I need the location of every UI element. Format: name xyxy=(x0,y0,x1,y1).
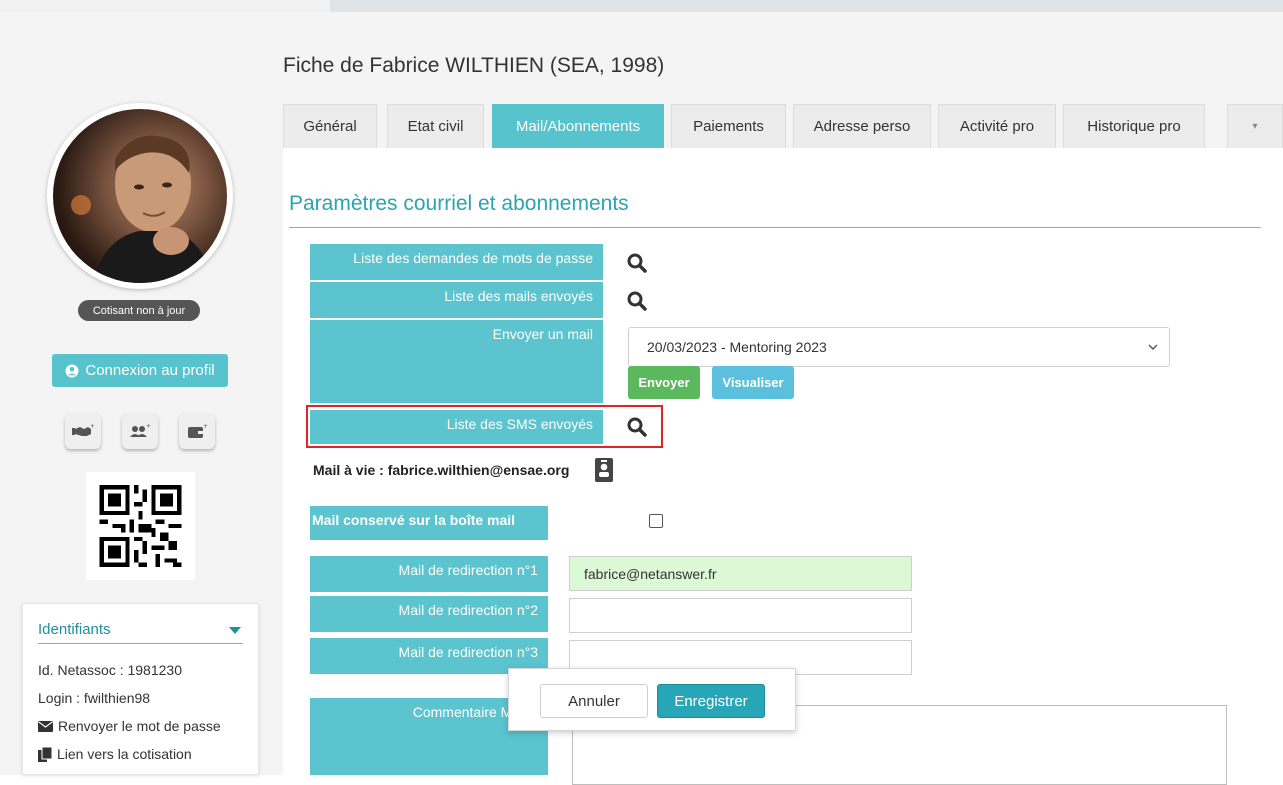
membership-link[interactable]: Lien vers la cotisation xyxy=(38,746,192,762)
avatar xyxy=(47,103,233,289)
search-icon[interactable] xyxy=(626,252,648,274)
handshake-plus-button[interactable]: + xyxy=(65,413,101,449)
redirect-1-label: Mail de redirection n°1 xyxy=(310,556,548,592)
connect-profile-label: Connexion au profil xyxy=(85,362,215,379)
tab-historique-pro[interactable]: Historique pro xyxy=(1063,104,1205,148)
section-title: Paramètres courriel et abonnements xyxy=(289,192,629,215)
window-top-band xyxy=(0,0,1283,12)
highlight-frame xyxy=(306,405,663,448)
resend-password-link[interactable]: Renvoyer le mot de passe xyxy=(38,718,221,734)
wallet-plus-button[interactable]: + xyxy=(179,413,215,449)
preview-button[interactable]: Visualiser xyxy=(712,366,794,399)
lifetime-mail-label: Mail à vie : xyxy=(313,462,384,478)
netassoc-id: Id. Netassoc : 1981230 xyxy=(38,662,182,678)
status-badge: Cotisant non à jour xyxy=(78,300,200,321)
tab-adresse-perso[interactable]: Adresse perso xyxy=(793,104,931,148)
users-plus-icon: + xyxy=(130,423,151,437)
users-plus-button[interactable]: + xyxy=(122,413,158,449)
resend-password-label: Renvoyer le mot de passe xyxy=(58,718,221,734)
redirect-2-label: Mail de redirection n°2 xyxy=(310,596,548,632)
save-button[interactable]: Enregistrer xyxy=(657,684,765,718)
id-badge-icon[interactable] xyxy=(594,457,614,483)
send-button[interactable]: Envoyer xyxy=(628,366,700,399)
avatar-photo xyxy=(53,109,227,283)
send-mail-label: Envoyer un mail xyxy=(310,320,603,403)
membership-link-label: Lien vers la cotisation xyxy=(57,746,192,762)
tab-etat-civil[interactable]: Etat civil xyxy=(387,104,484,148)
tab-mail-abonnements[interactable]: Mail/Abonnements xyxy=(492,104,664,148)
lifetime-mail-value: fabrice.wilthien@ensae.org xyxy=(387,462,570,478)
section-divider xyxy=(289,227,1261,228)
login: Login : fwilthien98 xyxy=(38,690,151,706)
redirect-2-input[interactable] xyxy=(569,598,912,633)
handshake-plus-icon: + xyxy=(72,423,94,436)
tab-paiements[interactable]: Paiements xyxy=(671,104,786,148)
mails-sent-label[interactable]: Liste des mails envoyés xyxy=(310,282,603,318)
envelope-icon xyxy=(38,720,53,732)
search-icon[interactable] xyxy=(626,290,648,312)
redirect-1-input[interactable]: fabrice@netanswer.fr xyxy=(569,556,912,591)
qr-code-image xyxy=(99,484,182,568)
page-title: Fiche de Fabrice WILTHIEN (SEA, 1998) xyxy=(283,54,665,77)
svg-text:+: + xyxy=(90,423,94,430)
mail-template-select[interactable]: 20/03/2023 - Mentoring 2023 xyxy=(628,327,1170,367)
user-circle-icon xyxy=(65,364,79,377)
svg-text:+: + xyxy=(146,423,151,430)
caret-down-icon[interactable] xyxy=(229,627,241,634)
mail-template-select-value: 20/03/2023 - Mentoring 2023 xyxy=(647,339,827,355)
identifiants-title: Identifiants xyxy=(38,621,111,638)
wallet-plus-icon: + xyxy=(188,423,208,438)
cancel-button[interactable]: Annuler xyxy=(540,684,648,718)
svg-text:+: + xyxy=(203,423,208,430)
connect-profile-button[interactable]: Connexion au profil xyxy=(52,354,228,387)
mail-kept-checkbox[interactable] xyxy=(649,514,663,528)
tab-more-dropdown[interactable]: ▾ xyxy=(1227,104,1283,148)
identifiants-divider xyxy=(38,643,243,644)
pw-requests-label[interactable]: Liste des demandes de mots de passe xyxy=(310,244,603,280)
tab-activite-pro[interactable]: Activité pro xyxy=(938,104,1056,148)
tab-general[interactable]: Général xyxy=(283,104,377,148)
qr-code xyxy=(86,472,195,580)
mail-kept-label: Mail conservé sur la boîte mail xyxy=(310,506,548,540)
lifetime-mail: Mail à vie : fabrice.wilthien@ensae.org xyxy=(313,462,569,478)
chevron-down-icon xyxy=(1148,344,1158,350)
copy-icon xyxy=(38,746,52,762)
avatar-portrait xyxy=(71,135,213,283)
